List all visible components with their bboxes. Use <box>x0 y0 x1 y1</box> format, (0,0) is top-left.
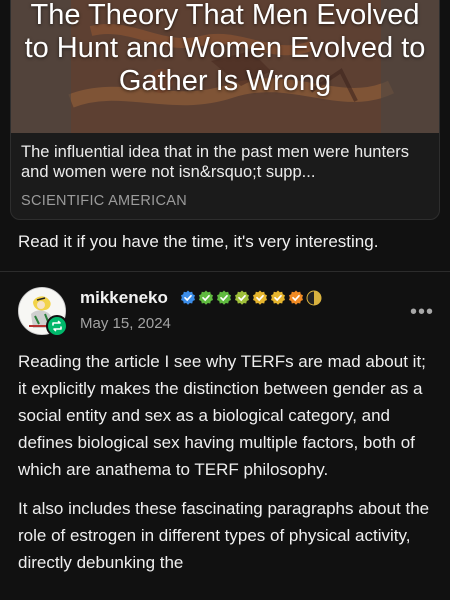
reblog-header: mikkeneko May 15, 2024 ••• <box>18 287 438 339</box>
checkmark-badge-icon <box>271 290 285 305</box>
checkmark-badge-icon <box>235 290 249 305</box>
article-description: The influential idea that in the past me… <box>21 143 409 181</box>
user-badges <box>180 290 322 306</box>
article-thumbnail: The Theory That Men Evolved to Hunt and … <box>11 0 439 133</box>
article-source: SCIENTIFIC AMERICAN <box>21 193 188 209</box>
post-paragraph: It also includes these fascinating parag… <box>18 499 430 572</box>
more-options-button[interactable]: ••• <box>410 301 434 324</box>
post-body: Reading the article I see why TERFs are … <box>18 348 433 588</box>
username[interactable]: mikkeneko <box>80 288 168 308</box>
post-divider <box>0 271 450 272</box>
post-paragraph: Reading the article I see why TERFs are … <box>18 352 426 479</box>
article-headline: The Theory That Men Evolved to Hunt and … <box>24 0 426 97</box>
checkmark-badge-icon <box>199 290 213 305</box>
checkmark-badge-icon <box>181 290 195 305</box>
article-link-card[interactable]: The Theory That Men Evolved to Hunt and … <box>10 0 440 220</box>
avatar[interactable] <box>18 287 68 337</box>
post-date[interactable]: May 15, 2024 <box>80 315 171 332</box>
checkmark-badge-icon <box>217 290 231 305</box>
half-moon-badge-icon <box>306 290 322 306</box>
reblog-caption: Read it if you have the time, it's very … <box>18 232 379 251</box>
checkmark-badge-icon <box>289 290 303 305</box>
checkmark-badge-icon <box>253 290 267 305</box>
reblog-icon <box>46 315 68 337</box>
